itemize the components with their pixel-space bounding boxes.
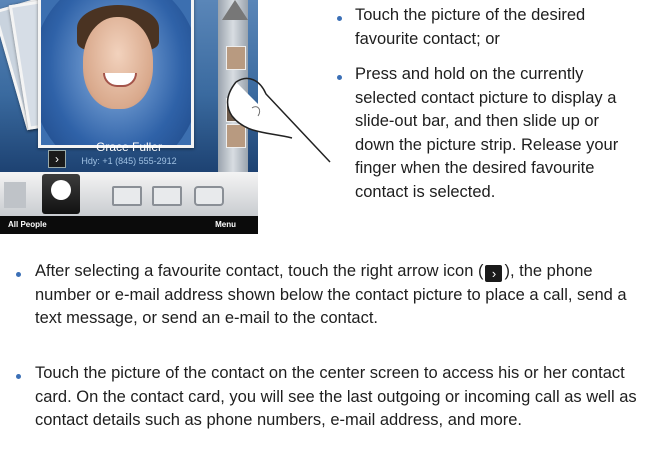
bullet-after-selecting: After selecting a favourite contact, tou… — [35, 260, 643, 331]
bullet-dot — [337, 75, 342, 80]
bullet-touch-picture: Touch the picture of the desired favouri… — [355, 6, 586, 48]
instructions: Touch the picture of the desired favouri… — [0, 0, 645, 466]
bullet-after-selecting-text: After selecting a favourite contact, tou… — [35, 262, 484, 280]
bullet-dot — [16, 272, 21, 277]
right-arrow-icon: › — [485, 265, 503, 282]
bullet-contact-card: Touch the picture of the contact on the … — [35, 364, 637, 429]
bullet-dot — [337, 16, 342, 21]
bullet-press-hold: Press and hold on the currently selected… — [355, 65, 619, 201]
bullet-dot — [16, 374, 21, 379]
